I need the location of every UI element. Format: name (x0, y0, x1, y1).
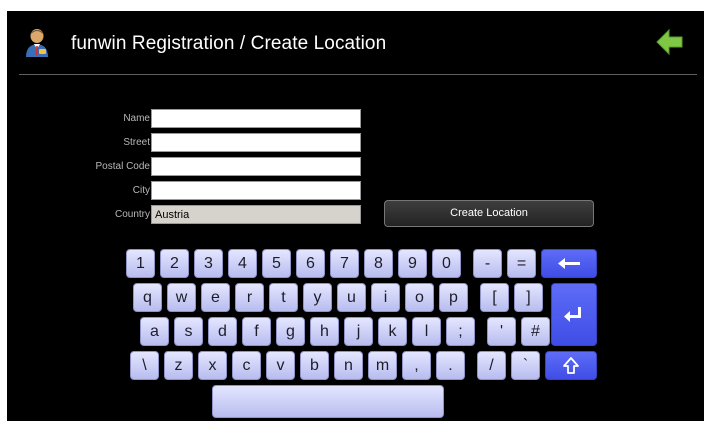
key-j[interactable]: j (344, 317, 373, 346)
key-b[interactable]: b (300, 351, 329, 380)
key-open-bracket[interactable]: [ (480, 283, 509, 312)
key-e[interactable]: e (201, 283, 230, 312)
shift-key[interactable] (545, 351, 597, 380)
key-n[interactable]: n (334, 351, 363, 380)
key-0[interactable]: 0 (432, 249, 461, 278)
key-backtick[interactable]: ` (511, 351, 540, 380)
key-9[interactable]: 9 (398, 249, 427, 278)
key-minus[interactable]: - (473, 249, 502, 278)
key-k[interactable]: k (378, 317, 407, 346)
key-t[interactable]: t (269, 283, 298, 312)
key-w[interactable]: w (167, 283, 196, 312)
key-z[interactable]: z (164, 351, 193, 380)
on-screen-keyboard: 1 2 3 4 5 6 7 8 9 0 - = q w e r t y u i … (7, 11, 704, 421)
key-comma[interactable]: , (402, 351, 431, 380)
key-hash[interactable]: # (521, 317, 550, 346)
key-x[interactable]: x (198, 351, 227, 380)
key-p[interactable]: p (439, 283, 468, 312)
key-3[interactable]: 3 (194, 249, 223, 278)
enter-icon (564, 307, 581, 322)
app-screen: funwin Registration / Create Location Na… (7, 11, 704, 421)
key-close-bracket[interactable]: ] (514, 283, 543, 312)
key-4[interactable]: 4 (228, 249, 257, 278)
key-m[interactable]: m (368, 351, 397, 380)
key-i[interactable]: i (371, 283, 400, 312)
key-7[interactable]: 7 (330, 249, 359, 278)
enter-key[interactable] (551, 283, 597, 346)
key-u[interactable]: u (337, 283, 366, 312)
key-v[interactable]: v (266, 351, 295, 380)
key-8[interactable]: 8 (364, 249, 393, 278)
key-o[interactable]: o (405, 283, 434, 312)
key-h[interactable]: h (310, 317, 339, 346)
space-key[interactable] (212, 385, 444, 418)
key-6[interactable]: 6 (296, 249, 325, 278)
key-5[interactable]: 5 (262, 249, 291, 278)
key-semicolon[interactable]: ; (446, 317, 475, 346)
key-slash[interactable]: / (477, 351, 506, 380)
key-d[interactable]: d (208, 317, 237, 346)
shift-icon (563, 357, 579, 374)
key-q[interactable]: q (133, 283, 162, 312)
key-a[interactable]: a (140, 317, 169, 346)
key-s[interactable]: s (174, 317, 203, 346)
key-y[interactable]: y (303, 283, 332, 312)
key-r[interactable]: r (235, 283, 264, 312)
key-2[interactable]: 2 (160, 249, 189, 278)
key-c[interactable]: c (232, 351, 261, 380)
key-l[interactable]: l (412, 317, 441, 346)
key-apostrophe[interactable]: ' (487, 317, 516, 346)
key-period[interactable]: . (436, 351, 465, 380)
key-f[interactable]: f (242, 317, 271, 346)
key-g[interactable]: g (276, 317, 305, 346)
key-backslash[interactable]: \ (130, 351, 159, 380)
backspace-key[interactable] (541, 249, 597, 278)
key-1[interactable]: 1 (126, 249, 155, 278)
backspace-icon (558, 258, 580, 269)
key-equals[interactable]: = (507, 249, 536, 278)
